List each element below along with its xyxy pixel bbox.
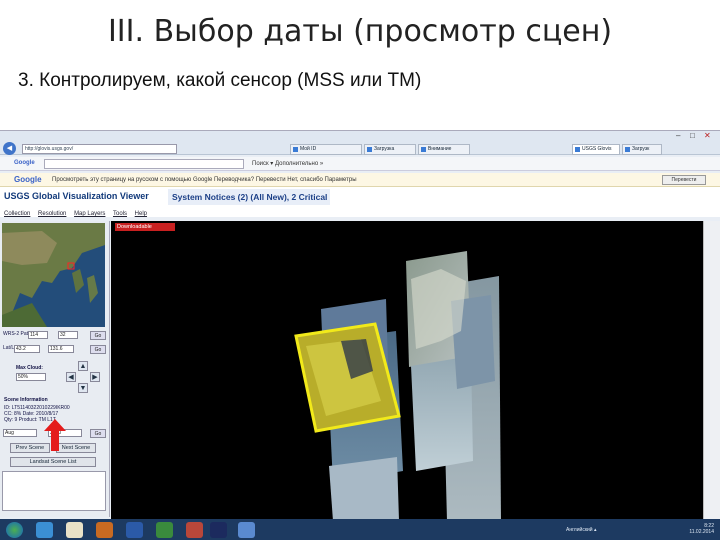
google-search-input[interactable]	[44, 159, 244, 169]
go-path-button[interactable]: Go	[90, 331, 106, 340]
right-scrollbar[interactable]	[703, 221, 720, 521]
tab-favicon-icon	[367, 147, 372, 152]
google-logo: Google	[14, 160, 35, 166]
tab-3[interactable]: Внимание	[418, 144, 470, 155]
tab-favicon-icon	[293, 147, 298, 152]
close-icon[interactable]: ✕	[704, 131, 711, 140]
usgs-logo: USGS Global Visualization Viewer	[4, 191, 149, 201]
tab-label: Загрузк	[632, 146, 650, 152]
go-latlong-button[interactable]: Go	[90, 345, 106, 354]
tab-favicon-icon	[421, 147, 426, 152]
address-bar[interactable]: http://glovis.usgs.gov/	[22, 144, 177, 154]
tab-label: Загрузка	[374, 146, 395, 152]
word-icon[interactable]	[126, 522, 143, 538]
row-input[interactable]: 32	[58, 331, 78, 339]
app-menu-bar: Collection Resolution Map Layers Tools H…	[4, 211, 153, 217]
translate-button[interactable]: Перевести	[662, 175, 706, 185]
scene-list-label: Landsat Scene List	[10, 457, 96, 467]
google-translate-logo: Google	[14, 175, 42, 184]
path-input[interactable]: 114	[28, 331, 48, 339]
tab-favicon-icon	[625, 147, 630, 152]
pan-left-icon[interactable]: ◀	[66, 372, 76, 382]
scene-footprints	[294, 251, 501, 521]
menu-collection[interactable]: Collection	[4, 211, 30, 217]
scene-map-view[interactable]: Downloadable	[111, 221, 703, 521]
chrome-icon[interactable]	[156, 522, 173, 538]
slide-title: III. Выбор даты (просмотр сцен)	[107, 14, 613, 49]
maximize-icon[interactable]: □	[690, 131, 695, 140]
system-notices-link[interactable]: System Notices (2) (All New), 2 Critical	[168, 189, 330, 205]
firefox-icon[interactable]	[96, 522, 113, 538]
tab-favicon-icon	[575, 147, 580, 152]
tab-active[interactable]: USGS Glovis	[572, 144, 620, 155]
tab-5[interactable]: Загрузк	[622, 144, 662, 155]
tab-label: USGS Glovis	[582, 146, 612, 152]
menu-tools[interactable]: Tools	[113, 211, 127, 217]
start-button-icon[interactable]	[6, 522, 23, 538]
menu-map-layers[interactable]: Map Layers	[74, 211, 105, 217]
translate-prompt: Просмотреть эту страницу на русском с по…	[52, 177, 357, 183]
clock[interactable]: 8:22 11.02.2014	[689, 523, 714, 535]
pan-up-icon[interactable]: ▲	[78, 361, 88, 371]
photoshop-icon[interactable]	[210, 522, 227, 538]
downloadable-badge: Downloadable	[115, 223, 175, 231]
app-icon[interactable]	[238, 522, 255, 538]
pan-down-icon[interactable]: ▼	[78, 383, 88, 393]
slide-subtitle: 3. Контролируем, какой сенсор (MSS или T…	[18, 70, 422, 91]
windows-taskbar: Английский ▴ 8:22 11.02.2014	[0, 519, 720, 540]
google-toolbar-items[interactable]: Поиск ▾ Дополнительно »	[252, 160, 323, 167]
browser-screenshot: ◀ http://glovis.usgs.gov/ Мой ID Загрузк…	[0, 130, 720, 540]
browser-tabbar: ◀ http://glovis.usgs.gov/ Мой ID Загрузк…	[0, 131, 720, 155]
menu-resolution[interactable]: Resolution	[38, 211, 66, 217]
tab-label: Внимание	[428, 146, 452, 152]
go-date-button[interactable]: Go	[90, 429, 106, 438]
overview-map[interactable]	[2, 223, 105, 327]
usgs-header: USGS Global Visualization Viewer System …	[0, 187, 720, 217]
month-select[interactable]: Aug	[3, 429, 37, 437]
minimize-icon[interactable]: –	[676, 131, 680, 140]
explorer-icon[interactable]	[66, 522, 83, 538]
lat-input[interactable]: 43.2	[14, 345, 40, 353]
clock-date: 11.02.2014	[689, 529, 714, 535]
menu-help[interactable]: Help	[135, 211, 147, 217]
tab-2[interactable]: Загрузка	[364, 144, 416, 155]
left-control-panel: WRS-2 Path/Row: 114 32 Go Lat/Long: 43.2…	[0, 221, 110, 517]
max-cloud-label: Max Cloud:	[16, 365, 43, 371]
language-indicator[interactable]: Английский ▴	[566, 527, 597, 533]
long-input[interactable]: 131.6	[48, 345, 74, 353]
scene-info-title: Scene Information	[4, 397, 48, 403]
tab-label: Мой ID	[300, 146, 317, 152]
translate-bar: Google Просмотреть эту страницу на русск…	[0, 173, 720, 187]
google-toolbar: Google Поиск ▾ Дополнительно »	[0, 157, 720, 171]
annotation-arrow-icon	[44, 419, 66, 451]
scene-list-box[interactable]	[2, 471, 106, 511]
powerpoint-icon[interactable]	[186, 522, 203, 538]
ie-icon[interactable]	[36, 522, 53, 538]
back-button[interactable]: ◀	[3, 142, 16, 155]
max-cloud-select[interactable]: 50%	[16, 373, 46, 381]
tab-1[interactable]: Мой ID	[290, 144, 362, 155]
pan-right-icon[interactable]: ▶	[90, 372, 100, 382]
overview-map-image	[2, 223, 105, 327]
